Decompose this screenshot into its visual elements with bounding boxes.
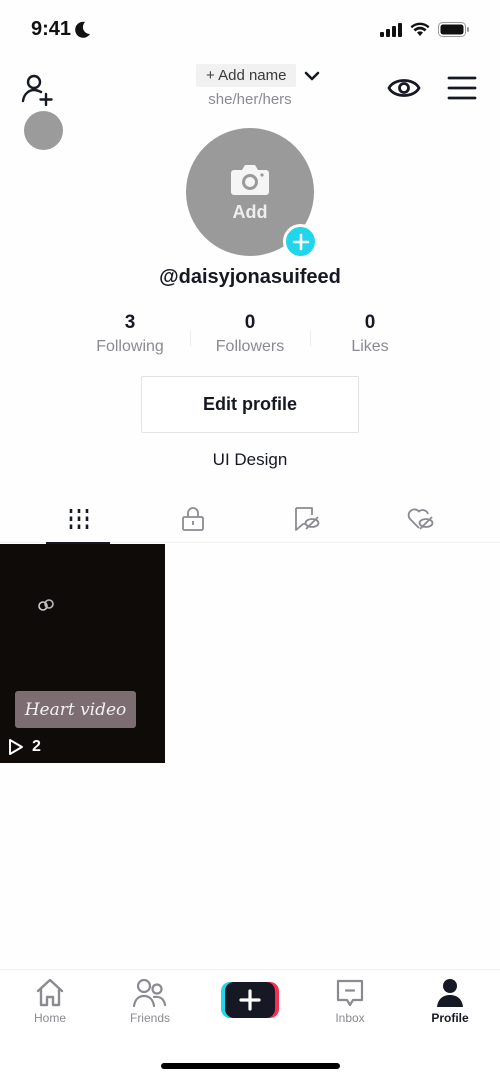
nav-label: Friends	[129, 1011, 170, 1025]
tab-saved[interactable]	[229, 494, 385, 543]
add-photo-button[interactable]	[283, 224, 318, 259]
stat-value: 0	[244, 312, 256, 333]
inbox-icon	[336, 979, 364, 1007]
video-caption: Heart video	[15, 691, 136, 728]
username: @daisyjonasuifeed	[159, 266, 341, 288]
create-plus-icon	[221, 982, 279, 1018]
signal-icon	[380, 22, 402, 37]
video-thumbnail[interactable]: Heart video 2	[0, 544, 165, 763]
stat-value: 3	[124, 312, 136, 333]
bookmark-hidden-icon	[295, 506, 320, 531]
nav-profile[interactable]: Profile	[400, 978, 500, 1025]
nav-inbox[interactable]: Inbox	[300, 978, 400, 1025]
nav-label: Home	[33, 1011, 66, 1025]
grid-icon	[69, 508, 88, 529]
bio: UI Design	[212, 450, 288, 469]
create-button[interactable]	[221, 982, 279, 1018]
add-name-button[interactable]: + Add name	[196, 64, 297, 87]
stat-following[interactable]: 3 Following	[70, 312, 190, 356]
profile-header: + Add name she/her/hers	[0, 60, 500, 120]
stat-label: Followers	[215, 338, 285, 355]
tab-videos[interactable]	[0, 494, 157, 544]
stat-value: 0	[364, 312, 376, 333]
lock-icon	[182, 506, 204, 531]
status-bar: 9:41	[0, 0, 500, 60]
status-time: 9:41	[31, 18, 72, 40]
edit-profile-button[interactable]: Edit profile	[141, 376, 359, 433]
nav-label: Profile	[431, 1011, 469, 1025]
nav-friends[interactable]: Friends	[100, 978, 200, 1025]
video-views: 2	[8, 738, 41, 756]
profile-icon	[437, 979, 463, 1007]
home-icon	[36, 978, 64, 1007]
home-indicator[interactable]	[161, 1063, 340, 1069]
nav-label: Inbox	[335, 1011, 365, 1025]
moon-icon	[75, 21, 91, 38]
nav-home[interactable]: Home	[0, 978, 100, 1025]
menu-button[interactable]	[447, 74, 477, 102]
tab-liked[interactable]	[385, 494, 457, 543]
battery-icon	[438, 22, 469, 37]
view-count: 2	[32, 738, 41, 755]
stat-label: Following	[96, 338, 164, 355]
account-switcher-avatar[interactable]	[24, 111, 63, 150]
eye-icon	[387, 79, 421, 97]
friends-icon	[133, 978, 167, 1008]
camera-icon	[231, 164, 269, 195]
wifi-icon	[410, 22, 430, 36]
chevron-down-icon[interactable]	[304, 70, 320, 82]
profile-views-button[interactable]	[386, 72, 422, 104]
play-icon	[9, 739, 23, 755]
heart-sticker-icon	[38, 599, 54, 611]
hamburger-menu-icon	[447, 76, 477, 100]
heart-hidden-icon	[407, 508, 434, 530]
add-name-group: + Add name	[196, 64, 320, 87]
status-icons	[380, 22, 470, 37]
stat-label: Likes	[351, 338, 389, 355]
plus-icon	[292, 233, 309, 250]
stat-followers[interactable]: 0 Followers	[190, 312, 310, 356]
pronouns: she/her/hers	[208, 91, 292, 108]
profile-stats: 3 Following 0 Followers 0 Likes	[70, 312, 430, 356]
status-time-group: 9:41	[31, 18, 91, 41]
stat-likes[interactable]: 0 Likes	[310, 312, 430, 356]
add-photo-label: Add	[232, 201, 268, 222]
content-tabs	[0, 494, 500, 544]
tab-private[interactable]	[157, 494, 229, 543]
